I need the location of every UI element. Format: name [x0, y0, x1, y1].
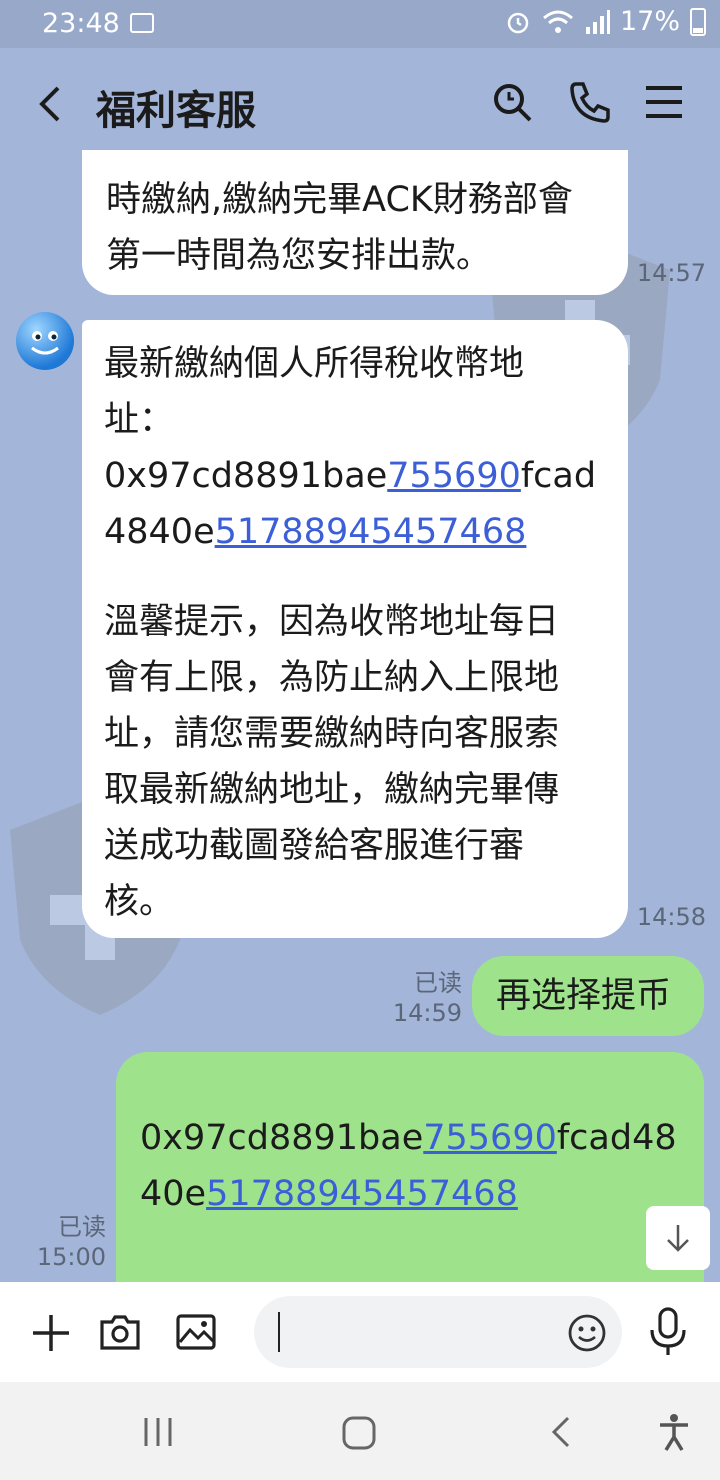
camera-icon[interactable] — [98, 1310, 142, 1354]
message-time: 14:59 — [392, 999, 462, 1027]
message-bubble-sent: 再选择提币 — [472, 956, 704, 1036]
menu-icon[interactable] — [640, 78, 688, 126]
alarm-icon — [507, 12, 529, 33]
wifi-icon — [543, 10, 573, 33]
status-icons: 17% — [504, 6, 706, 37]
address-link[interactable]: 755690 — [423, 1118, 557, 1158]
message-line: 時繳納,繳納完畢ACK財務部會 — [106, 180, 573, 220]
message-time: 14:57 — [636, 259, 706, 287]
scroll-to-bottom-button[interactable] — [646, 1206, 710, 1270]
search-icon[interactable] — [488, 78, 536, 126]
wallet-address-line: 40e51788945457468 — [140, 1166, 680, 1222]
message-line: 最新繳納個人所得稅收幣地 — [104, 344, 525, 384]
status-time: 23:48 — [42, 8, 120, 39]
back-icon[interactable] — [28, 80, 76, 128]
battery-icon — [690, 7, 706, 36]
system-navigation-bar — [0, 1382, 720, 1480]
arrow-down-icon — [667, 1225, 689, 1252]
home-icon[interactable] — [340, 1414, 378, 1452]
emoji-icon[interactable] — [566, 1312, 608, 1354]
address-link[interactable]: 51788945457468 — [215, 512, 527, 552]
message-line: 第一時間為您安排出款。 — [106, 236, 492, 276]
address-part: 4840e — [104, 512, 215, 552]
message-line: 送成功截圖發給客服進行審 — [104, 826, 525, 866]
phone-icon[interactable] — [566, 78, 614, 126]
image-icon[interactable] — [174, 1310, 218, 1354]
message-bubble-received: 時繳納,繳納完畢ACK財務部會 第一時間為您安排出款。 — [82, 150, 628, 295]
message-time: 14:58 — [636, 903, 706, 931]
address-part: 0x97cd8891bae — [140, 1118, 424, 1158]
message-line: 取最新繳納地址，繳納完畢傳 — [104, 770, 560, 810]
message-text: 再选择提币 — [496, 976, 672, 1016]
message-input[interactable] — [254, 1296, 622, 1368]
text-cursor — [278, 1312, 280, 1352]
smiley-avatar-icon — [31, 331, 59, 355]
message-line: 址，請您需要繳納時向客服索 — [104, 714, 560, 754]
recent-apps-icon[interactable] — [140, 1414, 176, 1450]
agent-avatar[interactable] — [16, 312, 74, 370]
address-part: fcad48 — [556, 1118, 677, 1158]
message-input-bar — [0, 1282, 720, 1382]
message-bubble-sent: 0x97cd8891bae755690fcad48 40e51788945457… — [116, 1052, 704, 1292]
battery-percent: 17% — [619, 6, 680, 37]
microphone-icon[interactable] — [646, 1306, 690, 1358]
message-time: 15:00 — [36, 1243, 106, 1271]
plus-icon[interactable] — [30, 1312, 72, 1354]
address-link[interactable]: 755690 — [387, 456, 521, 496]
message-read-status: 已读 — [414, 969, 462, 997]
wallet-address-line: 4840e51788945457468 — [104, 504, 606, 560]
address-part: fcad — [520, 456, 597, 496]
address-part: 40e — [140, 1174, 207, 1214]
message-line: 溫馨提示，因為收幣地址每日 — [104, 602, 560, 642]
message-line: 核。 — [104, 882, 175, 922]
wallet-address-line: 0x97cd8891bae755690fcad48 — [140, 1110, 680, 1166]
address-link[interactable]: 51788945457468 — [206, 1174, 518, 1214]
accessibility-icon[interactable] — [654, 1412, 694, 1452]
back-nav-icon[interactable] — [544, 1414, 580, 1450]
chat-title: 福利客服 — [96, 88, 256, 134]
chat-header: 福利客服 — [0, 48, 720, 158]
status-bar: 23:48 17% — [0, 0, 720, 48]
message-line: 址： — [104, 400, 175, 440]
gallery-notification-icon — [130, 13, 154, 33]
message-bubble-received: 最新繳納個人所得稅收幣地 址： 0x97cd8891bae755690fcad … — [82, 320, 628, 938]
address-part: 0x97cd8891bae — [104, 456, 388, 496]
signal-icon — [585, 9, 610, 34]
message-line: 會有上限，為防止納入上限地 — [104, 658, 560, 698]
wallet-address-line: 0x97cd8891bae755690fcad — [104, 448, 606, 504]
message-read-status: 已读 — [58, 1213, 106, 1241]
